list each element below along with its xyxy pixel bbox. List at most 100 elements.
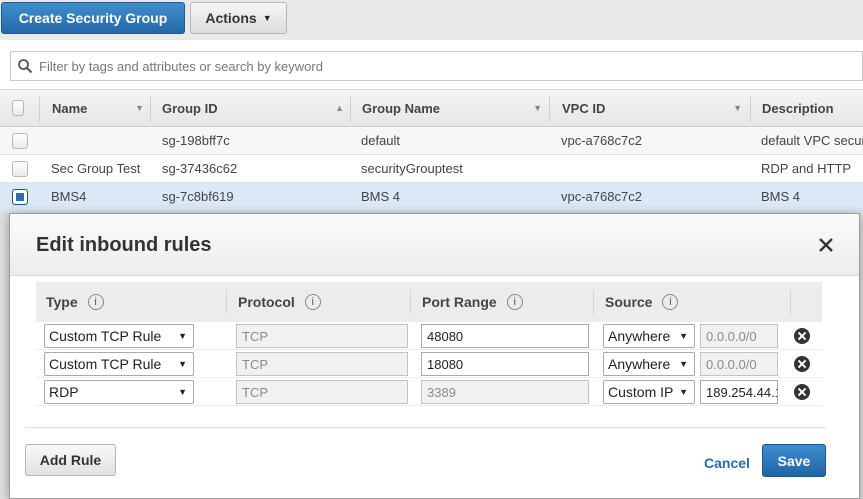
save-label: Save xyxy=(777,452,811,469)
cell-description: default VPC security group xyxy=(761,133,863,148)
cell-vpc-id: vpc-a768c7c2 xyxy=(561,189,642,204)
actions-label: Actions xyxy=(205,10,257,26)
protocol-field: TCP xyxy=(236,324,408,348)
table-header: Name ▼ Group ID ▲ Group Name ▼ VPC ID ▼ Desc… xyxy=(0,89,863,127)
caret-down-icon: ▼ xyxy=(262,13,272,23)
rule-type-select[interactable]: RDP ▼ xyxy=(44,380,194,404)
select-value: Custom TCP Rule xyxy=(49,328,162,344)
cell-name: Sec Group Test xyxy=(51,161,141,176)
column-label: Type xyxy=(46,294,78,310)
cidr-input[interactable]: 189.254.44.1 xyxy=(700,380,778,404)
rule-row: RDP ▼ TCP 3389 Custom IP ▼ 189.254.44.1 xyxy=(36,378,822,406)
select-value: Anywhere xyxy=(608,356,671,372)
sort-icon: ▼ xyxy=(733,103,742,113)
column-label: Group ID xyxy=(162,100,218,116)
cell-name xyxy=(51,127,151,154)
remove-rule-icon[interactable] xyxy=(794,356,810,372)
protocol-field: TCP xyxy=(236,380,408,404)
caret-down-icon: ▼ xyxy=(679,387,688,397)
info-icon[interactable]: i xyxy=(506,294,523,310)
dialog-header: Edit inbound rules xyxy=(10,214,859,276)
actions-dropdown-button[interactable]: Actions ▼ xyxy=(190,2,287,34)
column-label: Protocol xyxy=(238,294,295,310)
inbound-rules-table: Type i Protocol i Port Range i Source i xyxy=(36,282,822,406)
caret-down-icon: ▼ xyxy=(178,387,187,397)
protocol-field: TCP xyxy=(236,352,408,376)
column-label: Group Name xyxy=(362,100,441,116)
dialog-title: Edit inbound rules xyxy=(36,234,212,256)
select-all-cell xyxy=(12,90,32,126)
security-groups-table: Name ▼ Group ID ▲ Group Name ▼ VPC ID ▼ Desc… xyxy=(0,89,863,211)
column-header-type: Type i xyxy=(36,282,226,322)
caret-down-icon: ▼ xyxy=(679,359,688,369)
close-icon[interactable] xyxy=(817,236,835,254)
cell-group-name: default xyxy=(361,133,401,148)
sort-ascending-icon: ▲ xyxy=(335,103,344,113)
footer-divider xyxy=(25,427,826,428)
rule-row: Custom TCP Rule ▼ TCP 48080 Anywhere ▼ 0.0… xyxy=(36,322,822,350)
source-select[interactable]: Anywhere ▼ xyxy=(603,352,695,376)
column-header-source: Source i xyxy=(595,282,785,322)
cancel-button[interactable]: Cancel xyxy=(704,455,750,471)
search-icon xyxy=(18,59,33,74)
cell-vpc-id: vpc-a768c7c2 xyxy=(561,133,642,148)
source-select[interactable]: Anywhere ▼ xyxy=(603,324,695,348)
cell-description: RDP and HTTP xyxy=(761,161,852,176)
top-toolbar: Create Security Group Actions ▼ xyxy=(0,0,863,40)
select-all-checkbox[interactable] xyxy=(12,100,24,116)
caret-down-icon: ▼ xyxy=(178,331,187,341)
cell-group-name: BMS 4 xyxy=(361,189,401,204)
rule-type-select[interactable]: Custom TCP Rule ▼ xyxy=(44,352,194,376)
search-placeholder: Filter by tags and attributes or search … xyxy=(39,58,323,74)
edit-inbound-rules-dialog: Edit inbound rules Type i Protocol i Por… xyxy=(9,213,860,499)
create-security-group-button[interactable]: Create Security Group xyxy=(1,2,185,34)
info-icon[interactable]: i xyxy=(662,294,679,310)
source-select[interactable]: Custom IP ▼ xyxy=(603,380,695,404)
port-range-input[interactable]: 48080 xyxy=(421,324,589,348)
rule-type-select[interactable]: Custom TCP Rule ▼ xyxy=(44,324,194,348)
cell-group-id: sg-7c8bf619 xyxy=(162,189,234,204)
table-row[interactable]: Sec Group Test sg-37436c62 securityGroup… xyxy=(0,155,863,183)
remove-rule-icon[interactable] xyxy=(794,384,810,400)
info-icon[interactable]: i xyxy=(304,294,321,310)
sort-icon: ▼ xyxy=(533,103,542,113)
info-icon[interactable]: i xyxy=(87,294,104,310)
select-value: RDP xyxy=(49,384,79,400)
caret-down-icon: ▼ xyxy=(178,359,187,369)
table-row-selected[interactable]: BMS4 sg-7c8bf619 BMS 4 vpc-a768c7c2 BMS … xyxy=(0,183,863,211)
table-row[interactable]: sg-198bff7c default vpc-a768c7c2 default… xyxy=(0,127,863,155)
select-value: Custom IP xyxy=(608,384,674,400)
select-value: Custom TCP Rule xyxy=(49,356,162,372)
cell-group-name: securityGrouptest xyxy=(361,161,463,176)
row-checkbox[interactable] xyxy=(12,132,28,149)
cidr-field: 0.0.0.0/0 xyxy=(700,352,778,376)
column-label: Port Range xyxy=(422,294,497,310)
column-header-name[interactable]: Name ▼ xyxy=(52,90,152,126)
row-checkbox[interactable] xyxy=(12,160,28,177)
column-header-port-range: Port Range i xyxy=(412,282,592,322)
add-rule-button[interactable]: Add Rule xyxy=(25,444,116,476)
cell-group-id: sg-198bff7c xyxy=(162,133,230,148)
column-header-group-name[interactable]: Group Name ▼ xyxy=(362,90,550,126)
select-value: Anywhere xyxy=(608,328,671,344)
column-label: Name xyxy=(52,100,88,116)
column-label: Source xyxy=(605,294,653,310)
add-rule-label: Add Rule xyxy=(39,452,102,468)
column-header-vpc-id[interactable]: VPC ID ▼ xyxy=(562,90,750,126)
rule-row: Custom TCP Rule ▼ TCP 18080 Anywhere ▼ 0.0… xyxy=(36,350,822,378)
port-range-input[interactable]: 18080 xyxy=(421,352,589,376)
save-button[interactable]: Save xyxy=(762,444,826,477)
column-header-group-id[interactable]: Group ID ▲ xyxy=(162,90,352,126)
cell-vpc-id xyxy=(561,155,751,182)
filter-search-input[interactable]: Filter by tags and attributes or search … xyxy=(10,51,863,81)
sort-icon: ▼ xyxy=(135,103,144,113)
cell-group-id: sg-37436c62 xyxy=(162,161,238,176)
cell-name: BMS4 xyxy=(51,189,87,204)
cell-description: BMS 4 xyxy=(761,189,801,204)
caret-down-icon: ▼ xyxy=(679,331,688,341)
column-label: Description xyxy=(762,100,834,116)
row-checkbox-checked[interactable] xyxy=(12,188,28,205)
column-header-description[interactable]: Description xyxy=(762,90,863,126)
create-security-group-label: Create Security Group xyxy=(18,10,168,26)
remove-rule-icon[interactable] xyxy=(794,328,810,344)
